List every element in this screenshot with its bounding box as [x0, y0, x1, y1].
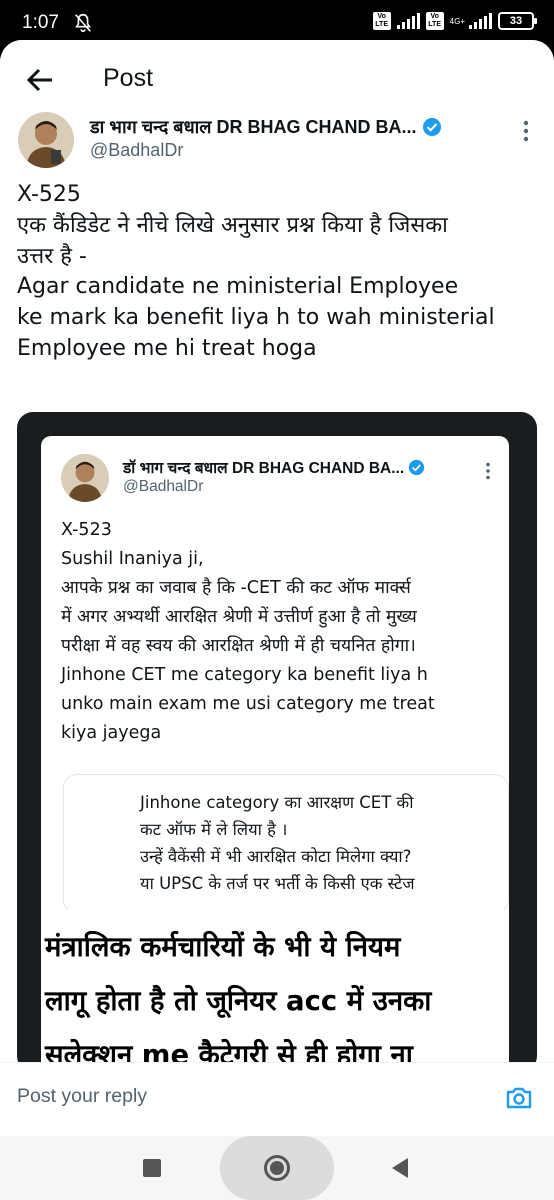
embedded-avatar: [61, 454, 109, 502]
page-title: Post: [103, 64, 154, 92]
embedded-text: X-523 Sushil Inaniya ji, आपके प्रश्न का …: [61, 516, 501, 748]
post-text-line: ke mark ka benefit liya h to wah ministe…: [17, 305, 495, 331]
top-bar: Post: [0, 40, 554, 116]
quoted-text-line: उन्हें वैकेंसी में भी आरक्षित कोटा मिलेग…: [140, 847, 412, 866]
signal-icon-2: [469, 13, 492, 29]
quoted-text: Jinhone category का आरक्षण CET की कट ऑफ …: [140, 789, 415, 897]
avatar[interactable]: [18, 112, 74, 168]
verified-badge-icon: [422, 118, 441, 136]
app-surface: Post डा भाग चन्द बधाल DR BHAG CHAND BA..…: [0, 40, 554, 1200]
status-time: 1:07: [22, 12, 59, 33]
post-text-line: एक कैंडिडेट ने नीचे लिखे अनुसार प्रश्न क…: [17, 212, 448, 238]
embedded-author-name: डॉ भाग चन्द बधाल DR BHAG CHAND BA...: [123, 460, 405, 477]
post-text-line: X-525: [17, 182, 81, 207]
post-text-line: Employee me hi treat hoga: [17, 335, 317, 361]
back-nav-button[interactable]: [392, 1158, 408, 1178]
caption-overlay: मंत्रालिक कर्मचारियों के भी ये नियम लागू…: [41, 910, 509, 1072]
arrow-left-icon[interactable]: [22, 62, 58, 98]
embedded-text-line: Sushil Inaniya ji,: [61, 549, 204, 569]
embedded-text-line: में अगर अभ्यर्थी आरक्षित श्रेणी में उत्त…: [61, 607, 417, 627]
quoted-text-line: Jinhone category का आरक्षण CET की: [140, 793, 414, 812]
bell-off-icon: [75, 13, 91, 33]
post-text: X-525 एक कैंडिडेट ने नीचे लिखे अनुसार प्…: [17, 180, 537, 365]
system-nav-bar: [0, 1136, 554, 1200]
caption-line: लागू होता है तो जूनियर acc में उनका: [45, 985, 432, 1017]
recents-button[interactable]: [143, 1159, 161, 1177]
reply-bar: Post your reply: [0, 1062, 554, 1136]
author-name-row: डा भाग चन्द बधाल DR BHAG CHAND BA...: [90, 115, 442, 139]
volte-icon-2: Vo LTE: [425, 12, 444, 30]
verified-badge-icon: [409, 459, 425, 475]
quoted-post-card: Jinhone category का आरक्षण CET की कट ऑफ …: [63, 774, 509, 914]
caption-line: मंत्रालिक कर्मचारियों के भी ये नियम: [45, 931, 401, 963]
battery-icon: 33: [498, 12, 537, 30]
attached-image[interactable]: डॉ भाग चन्द बधाल DR BHAG CHAND BA... @Ba…: [17, 412, 537, 1072]
more-vertical-icon: [486, 462, 490, 480]
network-label: 4G+: [449, 16, 465, 26]
author-handle[interactable]: @BadhalDr: [90, 140, 183, 161]
home-button[interactable]: [264, 1155, 290, 1181]
quoted-text-line: या UPSC के तर्ज पर भर्ती के किसी एक स्टे…: [140, 874, 415, 893]
quoted-text-line: कट ऑफ में ले लिया है ।: [140, 820, 288, 839]
reply-input[interactable]: Post your reply: [17, 1085, 147, 1108]
author-name[interactable]: डा भाग चन्द बधाल DR BHAG CHAND BA...: [90, 115, 417, 139]
embedded-text-line: unko main exam me usi category me treat: [61, 694, 435, 714]
camera-icon[interactable]: [504, 1083, 534, 1113]
post-text-line: Agar candidate ne ministerial Employee: [17, 274, 459, 300]
status-icons: Vo LTE Vo LTE 4G+ 33: [372, 12, 537, 30]
embedded-text-line: आपके प्रश्न का जवाब है कि -CET की कट ऑफ …: [61, 578, 411, 598]
signal-icon: [396, 13, 420, 29]
embedded-text-line: X-523: [61, 520, 112, 540]
more-vertical-icon[interactable]: [522, 120, 530, 142]
post-text-line: उत्तर है -: [17, 243, 87, 269]
embedded-name-row: डॉ भाग चन्द बधाल DR BHAG CHAND BA...: [123, 456, 425, 478]
embedded-text-line: परीक्षा में वह स्वय की आरक्षित श्रेणी मे…: [61, 636, 416, 656]
embedded-text-line: kiya jayega: [61, 723, 162, 743]
status-bar: 1:07 Vo LTE Vo LTE 4G+ 33: [0, 0, 554, 44]
volte-icon: Vo LTE: [372, 12, 391, 30]
embedded-handle: @BadhalDr: [123, 478, 204, 495]
embedded-text-line: Jinhone CET me category ka benefit liya …: [61, 665, 428, 685]
screenshot-tweet: डॉ भाग चन्द बधाल DR BHAG CHAND BA... @Ba…: [41, 436, 509, 1072]
